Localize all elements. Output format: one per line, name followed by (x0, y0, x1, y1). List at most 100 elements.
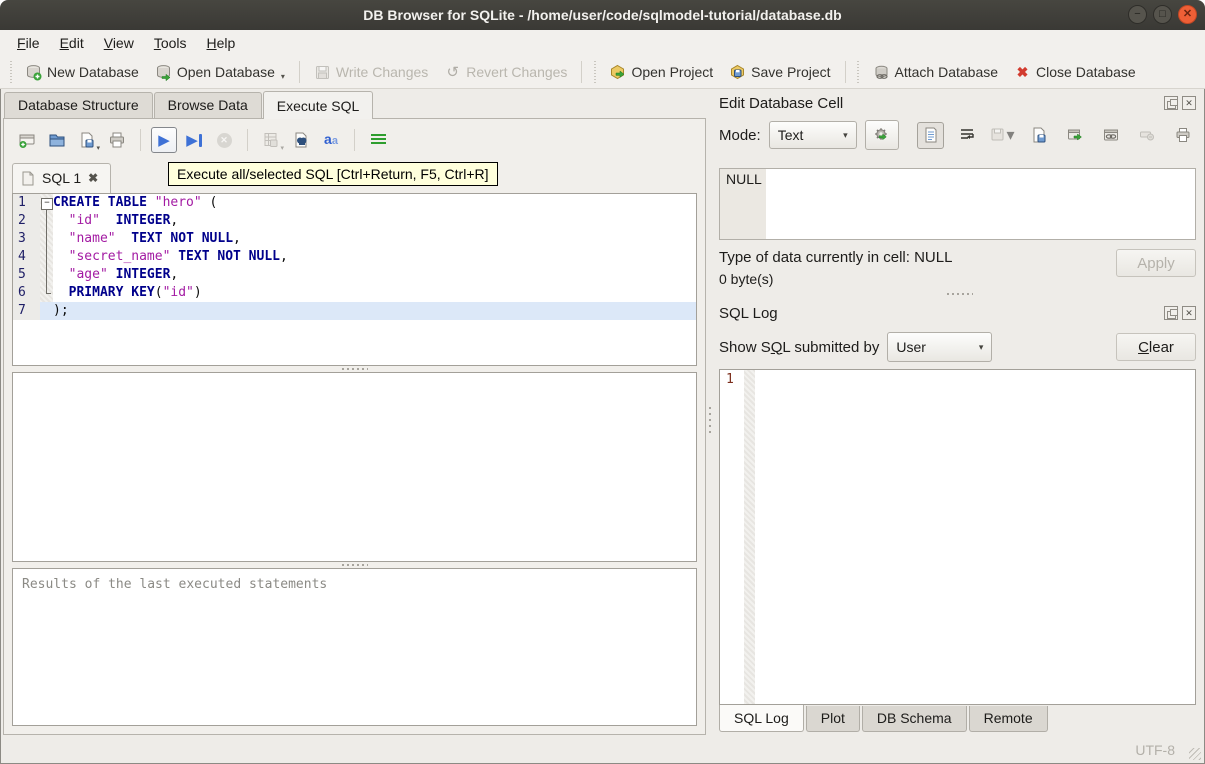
show-sql-label: Show SQL submitted by (719, 338, 880, 356)
auto-switch-mode-button[interactable] (864, 120, 899, 150)
mode-select[interactable]: Text ▾ (768, 121, 857, 149)
menu-edit[interactable]: Edit (51, 32, 93, 54)
sql-toolbar-separator (140, 129, 141, 151)
word-wrap-button[interactable] (953, 122, 980, 149)
save-project-label: Save Project (751, 64, 831, 80)
save-results-icon (264, 133, 278, 147)
titlebar[interactable]: DB Browser for SQLite - /home/user/code/… (0, 0, 1205, 30)
tab-browse-data[interactable]: Browse Data (153, 92, 262, 118)
export-cell-button[interactable] (1025, 122, 1052, 149)
toolbar-separator (298, 61, 300, 83)
sql-tab-close-icon[interactable]: ✖ (88, 171, 98, 185)
sql-log-float-button[interactable] (1164, 306, 1178, 320)
code-line[interactable]: 6 PRIMARY KEY("id") (13, 284, 696, 302)
revert-changes-button[interactable]: ↺ Revert Changes (436, 60, 575, 85)
minimize-button[interactable]: − (1128, 5, 1147, 24)
fold-marker-icon[interactable] (40, 194, 53, 212)
open-project-label: Open Project (631, 64, 714, 80)
cell-value-editor[interactable]: NULL (719, 168, 1196, 240)
print-cell-button[interactable] (1169, 122, 1196, 149)
chevron-down-icon: ▾ (978, 341, 984, 352)
menu-view[interactable]: View (95, 32, 143, 54)
autocomplete-button[interactable]: aa (318, 127, 344, 153)
open-in-external-button[interactable] (1061, 122, 1088, 149)
main-tabbar: Database Structure Browse Data Execute S… (3, 91, 706, 119)
tab-plot[interactable]: Plot (805, 706, 860, 732)
code-line[interactable]: 2 "id" INTEGER, (13, 212, 696, 230)
messages-pane[interactable]: Results of the last executed statements (12, 568, 697, 726)
open-project-button[interactable]: Open Project (601, 60, 721, 85)
attach-database-label: Attach Database (894, 64, 999, 80)
save-sql-dropdown-icon[interactable]: ▾ (96, 144, 100, 152)
execute-line-button[interactable]: ▶ (181, 127, 207, 153)
toolbar-handle[interactable] (8, 61, 13, 83)
sql-editor[interactable]: 1CREATE TABLE "hero" (2 "id" INTEGER,3 "… (12, 193, 697, 366)
import-cell-button[interactable]: ▾ (989, 122, 1016, 149)
sql-file-tab[interactable]: SQL 1 ✖ (12, 163, 112, 193)
tab-database-structure[interactable]: Database Structure (4, 92, 153, 118)
save-project-icon (729, 64, 746, 81)
execute-tooltip: Execute all/selected SQL [Ctrl+Return, F… (168, 162, 498, 186)
format-sql-button[interactable] (365, 127, 391, 153)
clear-log-button[interactable]: Clear (1116, 333, 1196, 361)
new-database-button[interactable]: New Database (17, 60, 147, 85)
code-line[interactable]: 4 "secret_name" TEXT NOT NULL, (13, 248, 696, 266)
line-number: 5 (13, 266, 40, 284)
sql-toolbar-separator (247, 129, 248, 151)
attach-database-button[interactable]: Attach Database (865, 60, 1007, 85)
find-replace-button[interactable] (288, 127, 314, 153)
tab-sql-log[interactable]: SQL Log (719, 705, 804, 732)
code-line[interactable]: 5 "age" INTEGER, (13, 266, 696, 284)
execute-all-button[interactable]: ▶ (151, 127, 177, 153)
open-database-dropdown-icon[interactable]: ▾ (281, 72, 285, 81)
print-sql-button[interactable] (104, 127, 130, 153)
maximize-button[interactable]: □ (1153, 5, 1172, 24)
menu-file[interactable]: File (8, 32, 49, 54)
menu-tools[interactable]: Tools (145, 32, 196, 54)
copy-link-button[interactable] (1097, 122, 1124, 149)
stop-execution-button[interactable]: ✕ (211, 127, 237, 153)
edit-cell-close-button[interactable]: ✕ (1182, 96, 1196, 110)
messages-placeholder: Results of the last executed statements (22, 577, 328, 592)
edit-cell-float-button[interactable] (1164, 96, 1178, 110)
encoding-indicator[interactable]: UTF-8 (1135, 742, 1175, 758)
tab-remote[interactable]: Remote (968, 706, 1048, 732)
code-line[interactable]: 1 CREATE TABLE "hero" ( (13, 194, 696, 212)
window-controls: − □ ✕ (1128, 5, 1197, 24)
save-results-dropdown-icon[interactable]: ▾ (280, 144, 284, 152)
code-line[interactable]: 7); (13, 302, 696, 320)
write-changes-button[interactable]: Write Changes (306, 60, 436, 85)
sql-log-close-button[interactable]: ✕ (1182, 306, 1196, 320)
results-messages-splitter[interactable] (12, 562, 697, 568)
text-mode-button[interactable] (917, 121, 944, 149)
tab-execute-sql[interactable]: Execute SQL (262, 91, 374, 119)
resize-grip[interactable] (1189, 748, 1201, 760)
cell-value-area[interactable] (766, 169, 1195, 239)
dock-splitter[interactable] (719, 287, 1196, 301)
code-text: ); (53, 302, 696, 320)
save-project-button[interactable]: Save Project (721, 60, 838, 85)
save-sql-file-button[interactable]: ▾ (74, 127, 100, 153)
close-button[interactable]: ✕ (1178, 5, 1197, 24)
toolbar-handle[interactable] (592, 61, 598, 83)
results-grid[interactable] (12, 372, 697, 562)
log-filter-select[interactable]: User ▾ (887, 332, 993, 362)
menu-help[interactable]: Help (198, 32, 245, 54)
execute-line-icon: ▶ (186, 132, 198, 149)
set-null-button[interactable] (1133, 122, 1160, 149)
panel-splitter[interactable] (706, 89, 713, 735)
editor-results-splitter[interactable] (12, 366, 697, 372)
open-database-button[interactable]: Open Database ▾ (147, 60, 293, 85)
sql-log-area[interactable]: 1 (719, 369, 1196, 705)
open-project-icon (609, 64, 626, 81)
open-sql-file-button[interactable] (44, 127, 70, 153)
log-content[interactable] (755, 370, 1195, 704)
save-results-button[interactable]: ▾ (258, 127, 284, 153)
toolbar-handle[interactable] (855, 61, 861, 83)
code-line[interactable]: 3 "name" TEXT NOT NULL, (13, 230, 696, 248)
fold-marker-icon (40, 212, 53, 230)
tab-db-schema[interactable]: DB Schema (861, 706, 967, 732)
apply-button[interactable]: Apply (1116, 249, 1196, 277)
new-sql-tab-button[interactable] (14, 127, 40, 153)
close-database-button[interactable]: ✖ Close Database (1006, 60, 1144, 85)
